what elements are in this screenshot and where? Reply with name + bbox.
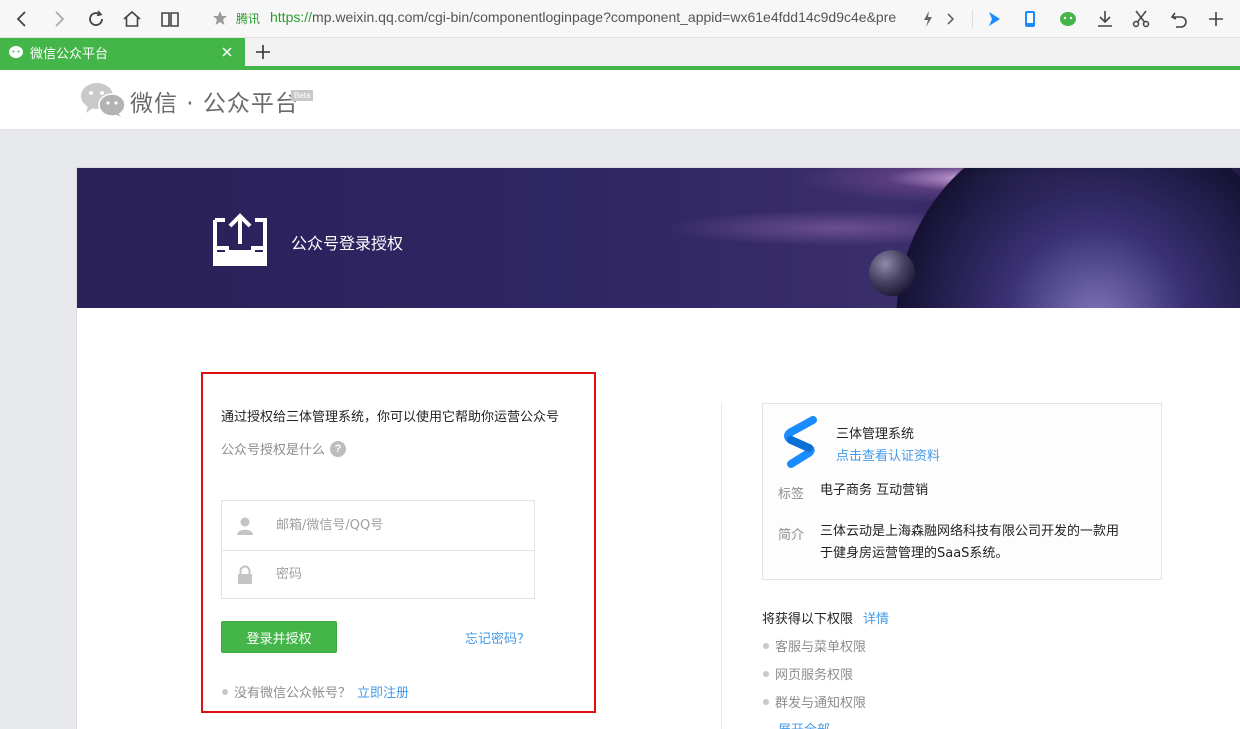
tab-weixin[interactable]: 微信公众平台 xyxy=(0,38,245,66)
wechat-logo-icon[interactable] xyxy=(80,82,126,118)
add-icon[interactable] xyxy=(1203,6,1229,32)
bullet-dot xyxy=(222,688,228,695)
new-tab-icon[interactable] xyxy=(253,42,273,62)
bullet-dot xyxy=(763,670,769,677)
undo-icon[interactable] xyxy=(1166,6,1192,32)
desc-line-2: 于健身房运营管理的SaaS系统。 xyxy=(820,546,1009,561)
phone-icon[interactable] xyxy=(1017,6,1043,32)
reader-icon[interactable] xyxy=(157,6,183,32)
scissors-icon[interactable] xyxy=(1128,6,1154,32)
address-bar[interactable]: https://mp.weixin.qq.com/cgi-bin/compone… xyxy=(270,9,910,25)
tab-bar: 微信公众平台 xyxy=(0,38,1240,66)
forgot-password-link[interactable]: 忘记密码？ xyxy=(465,628,530,647)
site-header: 微信 · 公众平台 Beta xyxy=(0,70,1240,130)
secure-label: 腾讯 xyxy=(236,12,261,26)
url-scheme: https:// xyxy=(270,9,313,25)
lock-icon xyxy=(238,565,252,584)
permission-label: 客服与菜单权限 xyxy=(775,640,867,655)
register-line: 没有微信公众帐号？ 立即注册 xyxy=(222,682,409,701)
expand-all-link[interactable]: 展开全部 xyxy=(778,719,830,729)
banner-planet xyxy=(869,250,915,296)
permission-label: 网页服务权限 xyxy=(775,668,854,683)
bullet-dot xyxy=(763,642,769,649)
column-divider xyxy=(721,403,722,729)
tab-title: 微信公众平台 xyxy=(30,46,109,62)
permissions-detail-link[interactable]: 详情 xyxy=(863,612,889,627)
user-icon xyxy=(237,517,253,535)
permissions-title-text: 将获得以下权限 xyxy=(762,612,854,627)
account-input[interactable] xyxy=(222,501,534,550)
login-form xyxy=(221,500,535,599)
no-account-text: 没有微信公众帐号？ xyxy=(234,686,352,701)
auth-banner: 公众号登录授权 xyxy=(77,168,1240,308)
permission-item: 客服与菜单权限 xyxy=(763,636,866,655)
chevron-right-icon[interactable] xyxy=(937,6,963,32)
bullet-dot xyxy=(763,698,769,705)
home-icon[interactable] xyxy=(119,6,145,32)
wechat-favicon-icon xyxy=(9,46,23,58)
logo-text[interactable]: 微信 · 公众平台 xyxy=(130,84,299,118)
what-is-auth-label: 公众号授权是什么 xyxy=(221,443,326,458)
permission-item: 网页服务权限 xyxy=(763,664,853,683)
desc-line-1: 三体云动是上海森融网络科技有限公司开发的一款用 xyxy=(820,524,1120,539)
refresh-icon[interactable] xyxy=(83,6,109,32)
desc-label: 简介 xyxy=(778,528,805,543)
url-path: mp.weixin.qq.com/cgi-bin/componentloginp… xyxy=(312,9,897,25)
password-row xyxy=(222,550,534,598)
forward-icon[interactable] xyxy=(46,6,72,32)
banner-title: 公众号登录授权 xyxy=(291,234,404,253)
account-row xyxy=(222,501,534,550)
close-icon[interactable] xyxy=(217,42,237,62)
login-intro-text: 通过授权给三体管理系统，你可以使用它帮助你运营公众号 xyxy=(221,410,560,425)
permission-item: 群发与通知权限 xyxy=(763,692,866,711)
browser-toolbar: 腾讯 https://mp.weixin.qq.com/cgi-bin/comp… xyxy=(0,0,1240,38)
upload-tray-icon xyxy=(213,213,267,266)
app-logo-icon xyxy=(784,416,817,468)
register-link[interactable]: 立即注册 xyxy=(357,682,409,701)
login-authorize-button[interactable]: 登录并授权 xyxy=(221,621,337,653)
tags-value: 电子商务 互动营销 xyxy=(820,483,929,498)
app-name: 三体管理系统 xyxy=(836,427,915,442)
help-icon[interactable]: ? xyxy=(330,440,347,457)
permissions-title: 将获得以下权限 详情 xyxy=(762,608,889,627)
play-icon[interactable] xyxy=(981,6,1007,32)
view-cert-link[interactable]: 点击查看认证资料 xyxy=(836,445,940,464)
beta-badge: Beta xyxy=(291,90,314,101)
back-icon[interactable] xyxy=(9,6,35,32)
tags-label: 标签 xyxy=(778,487,805,502)
toolbar-separator xyxy=(972,10,973,28)
wechat-icon[interactable] xyxy=(1055,6,1081,32)
password-input[interactable] xyxy=(222,551,534,598)
desc-value: 三体云动是上海森融网络科技有限公司开发的一款用 于健身房运营管理的SaaS系统。 xyxy=(820,521,1150,565)
what-is-auth-link[interactable]: 公众号授权是什么 ? xyxy=(221,439,347,458)
star-icon[interactable] xyxy=(212,10,228,26)
permission-label: 群发与通知权限 xyxy=(775,696,867,711)
download-icon[interactable] xyxy=(1092,6,1118,32)
